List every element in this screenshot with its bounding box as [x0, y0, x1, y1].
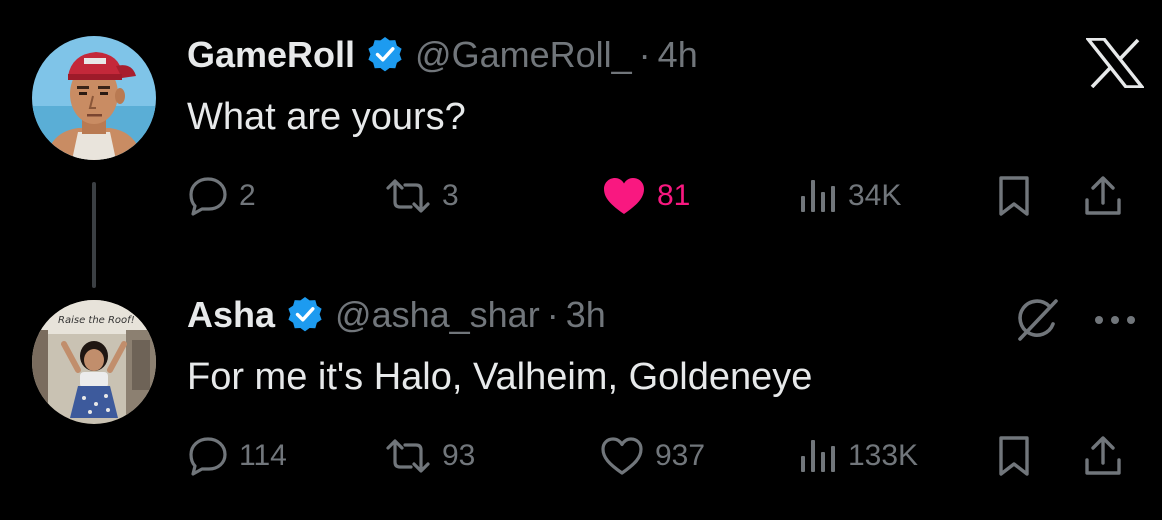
reply-button[interactable]: 114	[187, 431, 287, 481]
reply-count: 114	[239, 439, 287, 472]
repost-button[interactable]: 93	[384, 431, 475, 481]
heart-icon	[601, 176, 647, 216]
user-handle[interactable]: @GameRoll_	[415, 34, 632, 76]
views-count: 34K	[848, 179, 902, 212]
share-button[interactable]	[1083, 171, 1123, 221]
display-name[interactable]: GameRoll	[187, 34, 355, 76]
user-handle[interactable]: @asha_shar	[335, 294, 540, 336]
avatar-sign-text: Raise the Roof!	[58, 315, 135, 326]
x-logo-icon[interactable]	[1084, 37, 1146, 89]
separator-dot: ·	[638, 34, 651, 75]
verified-badge-icon[interactable]	[285, 295, 325, 335]
tweet-header: GameRoll @GameRoll_ · 4h	[187, 34, 698, 76]
reply-count: 2	[239, 179, 256, 212]
avatar-asha[interactable]: Raise the Roof!	[32, 300, 156, 424]
tweet-header: Asha @asha_shar · 3h	[187, 294, 606, 336]
bookmark-icon	[997, 175, 1031, 217]
tweet-text: For me it's Halo, Valheim, Goldeneye	[187, 356, 813, 398]
thread-connector-line	[92, 182, 96, 288]
like-button[interactable]: 81	[601, 171, 690, 221]
like-button[interactable]: 937	[599, 431, 705, 481]
timestamp[interactable]: 3h	[566, 294, 606, 336]
tweet-action-bar: 114 93 937 133K	[187, 431, 1142, 481]
views-icon	[796, 176, 838, 216]
tweet-text: What are yours?	[187, 96, 466, 138]
timestamp[interactable]: 4h	[658, 34, 698, 76]
reply-icon	[187, 436, 229, 476]
reply-button[interactable]: 2	[187, 171, 256, 221]
repost-icon	[384, 176, 432, 216]
views-button[interactable]: 133K	[796, 431, 918, 481]
views-button[interactable]: 34K	[796, 171, 901, 221]
views-count: 133K	[848, 439, 919, 472]
share-icon	[1083, 175, 1123, 217]
bookmark-button[interactable]	[997, 171, 1031, 221]
reply-icon	[187, 176, 229, 216]
repost-button[interactable]: 3	[384, 171, 459, 221]
like-count: 81	[657, 179, 691, 212]
bookmark-button[interactable]	[997, 431, 1031, 481]
share-icon	[1083, 435, 1123, 477]
avatar-gameroll[interactable]	[32, 36, 156, 160]
grok-icon[interactable]	[1014, 297, 1060, 343]
separator-dot: ·	[546, 294, 559, 335]
bookmark-icon	[997, 435, 1031, 477]
share-button[interactable]	[1083, 431, 1123, 481]
like-count: 937	[655, 439, 706, 472]
repost-icon	[384, 436, 432, 476]
tweet-action-bar: 2 3 81 34K	[187, 171, 1142, 221]
repost-count: 93	[442, 439, 476, 472]
verified-badge-icon[interactable]	[365, 35, 405, 75]
repost-count: 3	[442, 179, 459, 212]
display-name[interactable]: Asha	[187, 294, 275, 336]
more-icon[interactable]	[1090, 312, 1140, 328]
heart-icon	[599, 436, 645, 476]
views-icon	[796, 436, 838, 476]
